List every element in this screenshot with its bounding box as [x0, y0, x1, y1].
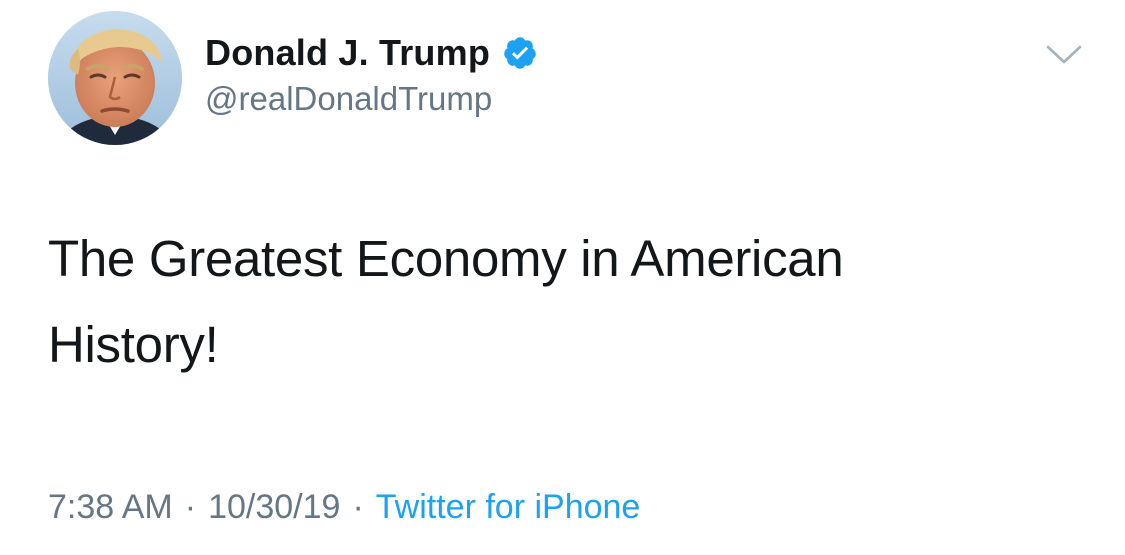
- meta-separator: ·: [352, 488, 364, 526]
- tweet-date: 10/30/19: [208, 488, 341, 526]
- meta-separator: ·: [184, 488, 197, 526]
- avatar[interactable]: [48, 11, 182, 145]
- profile-photo-icon: [48, 11, 182, 145]
- tweet-time: 7:38 AM: [48, 488, 173, 526]
- tweet-meta: 7:38 AM · 10/30/19 · Twitter for iPhone: [48, 488, 640, 527]
- chevron-down-icon[interactable]: [1045, 43, 1083, 67]
- tweet-text: The Greatest Economy in American History…: [48, 230, 844, 373]
- verified-badge-icon: [502, 35, 538, 71]
- user-name-row: Donald J. Trump: [205, 30, 538, 76]
- display-name[interactable]: Donald J. Trump: [205, 32, 490, 74]
- user-handle[interactable]: @realDonaldTrump: [205, 80, 492, 118]
- tweet-source-link[interactable]: Twitter for iPhone: [376, 488, 641, 526]
